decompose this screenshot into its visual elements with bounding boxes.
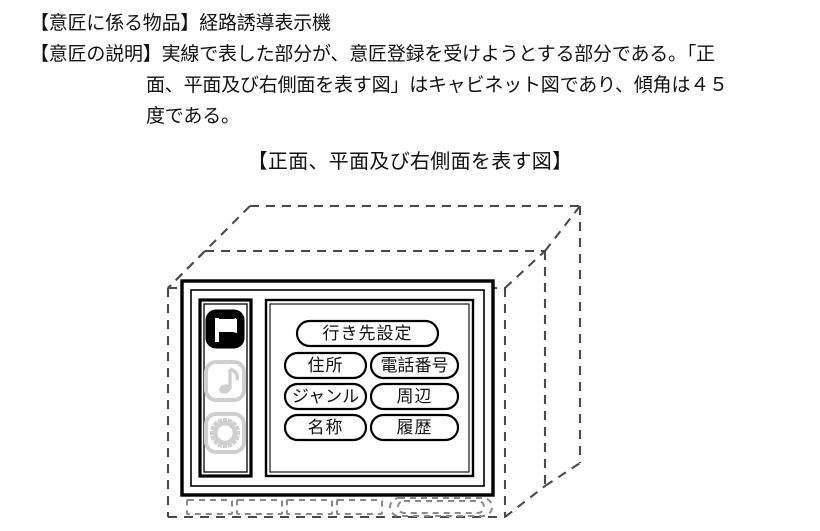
bottom-key-3 — [286, 499, 333, 515]
bottom-key-1 — [186, 499, 233, 515]
nearby-label: 周辺 — [397, 387, 433, 406]
history-label: 履歴 — [397, 418, 433, 437]
history-button[interactable]: 履歴 — [369, 413, 460, 442]
description-line-1: 【意匠の説明】実線で表した部分が、意匠登録を受けようとする部分である。「正 — [30, 44, 715, 65]
right-bottom-depth-diagonal-inner — [504, 485, 546, 518]
figure-caption: 【正面、平面及び右側面を表す図】 — [247, 151, 573, 173]
address-button[interactable]: 住所 — [283, 351, 368, 380]
phone-number-label: 電話番号 — [381, 356, 449, 375]
bottom-key-4 — [336, 499, 383, 515]
device-drawing: 行き先設定 住所 電話番号 ジャンル 周辺 名称 履歴 — [0, 180, 820, 531]
item-name-line: 【意匠に係る物品】経路誘導表示機 — [30, 13, 331, 34]
genre-label: ジャンル — [292, 387, 359, 406]
destination-setting-button[interactable]: 行き先設定 — [295, 319, 440, 348]
address-label: 住所 — [308, 356, 344, 375]
bottom-control-strip — [186, 497, 493, 517]
nearby-button[interactable]: 周辺 — [369, 382, 460, 411]
description-line-2: 面、平面及び右側面を表す図」はキャビネット図であり、傾角は４５ — [146, 75, 728, 96]
name-label: 名称 — [308, 418, 344, 437]
phone-number-button[interactable]: 電話番号 — [369, 351, 460, 380]
patent-drawing-page: 【意匠に係る物品】経路誘導表示機 【意匠の説明】実線で表した部分が、意匠登録を受… — [0, 0, 820, 531]
destination-setting-label: 行き先設定 — [323, 324, 413, 343]
description-text-block: 【意匠に係る物品】経路誘導表示機 【意匠の説明】実線で表した部分が、意匠登録を受… — [30, 8, 790, 132]
right-top-depth-diagonal — [504, 250, 546, 289]
bottom-key-2 — [236, 499, 283, 515]
genre-button[interactable]: ジャンル — [283, 382, 368, 411]
description-line-3: 度である。 — [146, 106, 240, 127]
flag-icon[interactable] — [205, 309, 245, 349]
right-top-depth-diagonal-outer — [544, 205, 581, 252]
right-bottom-depth-diagonal-outer — [544, 462, 581, 487]
name-button[interactable]: 名称 — [283, 413, 368, 442]
bottom-dial-inner — [397, 500, 485, 514]
